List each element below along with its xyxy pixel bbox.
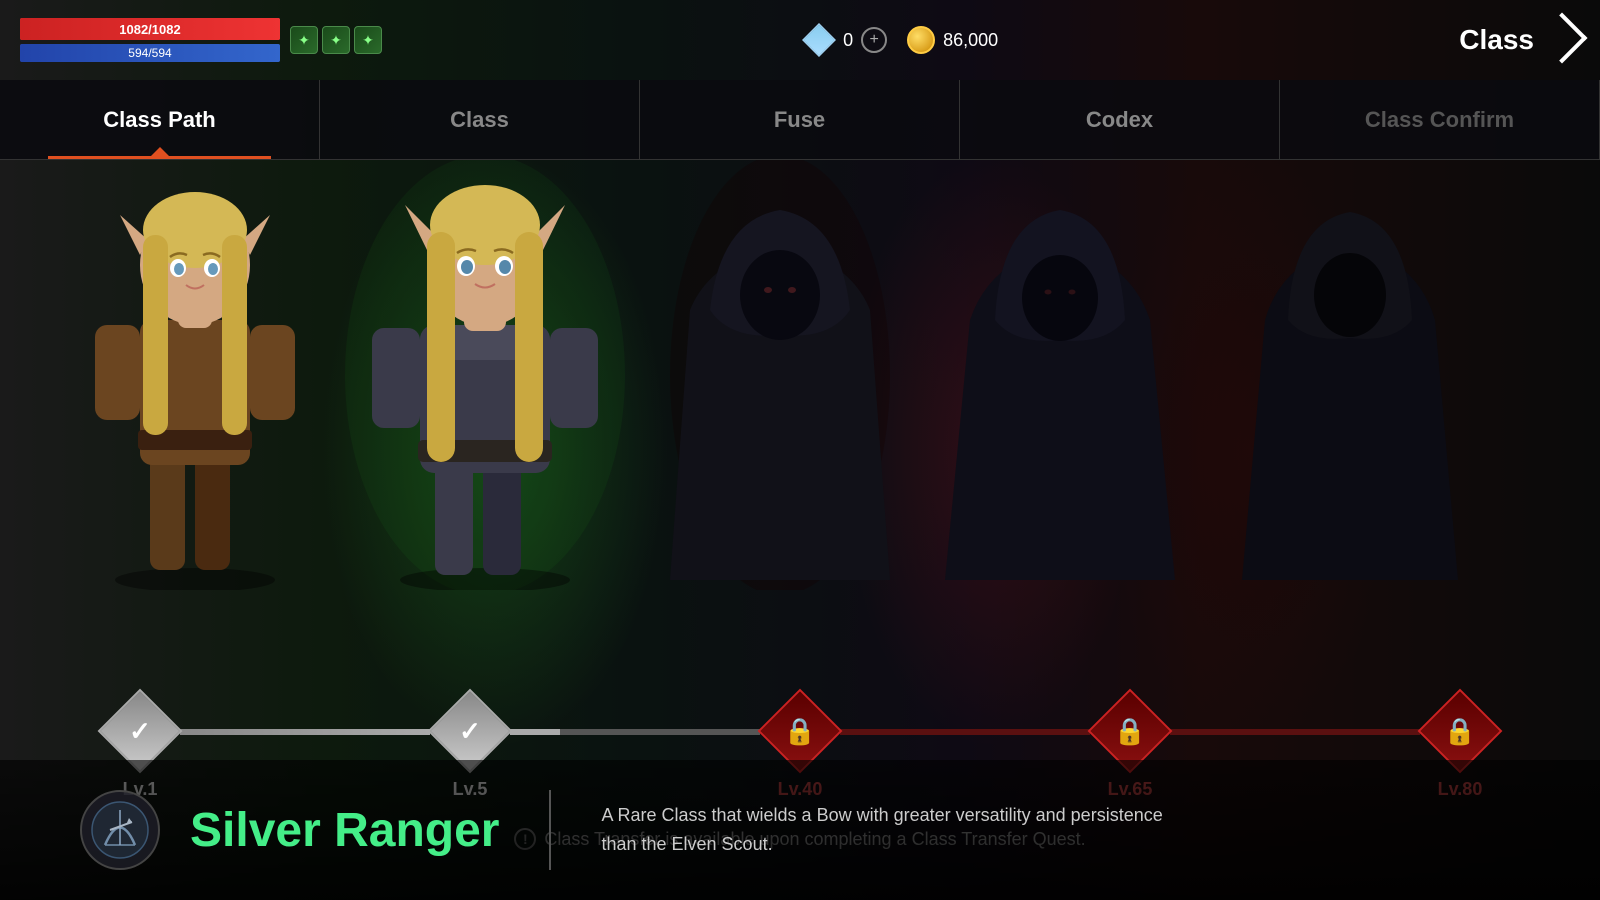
health-bars: 1082/1082 594/594 (20, 18, 280, 62)
node-lv65-diamond: 🔒 (1090, 691, 1170, 771)
connector-3-4 (840, 729, 1090, 735)
diamond-value: 0 (843, 30, 853, 51)
nav-tabs: Class Path Class Fuse Codex Class Confir… (0, 80, 1600, 160)
connector-2-3 (510, 729, 760, 735)
node-lv80-diamond: 🔒 (1420, 691, 1500, 771)
class-icon-circle (80, 790, 160, 870)
add-diamonds-button[interactable]: + (861, 27, 887, 53)
buff-icon-1: ✦ (290, 26, 318, 54)
buff-icons: ✦ ✦ ✦ (290, 26, 382, 54)
character-4-svg (910, 160, 1210, 590)
class-button-label: Class (1459, 24, 1534, 56)
tab-codex[interactable]: Codex (960, 80, 1280, 159)
node-lv1-diamond: ✓ (100, 691, 180, 771)
connector-1-2 (180, 729, 430, 735)
hp-bar: 1082/1082 (20, 18, 280, 40)
currency-area: 0 + 86,000 (803, 24, 998, 56)
node-lv5-diamond: ✓ (430, 691, 510, 771)
class-arrow-icon (1537, 13, 1588, 64)
gold-value: 86,000 (943, 30, 998, 51)
gold-currency: 86,000 (907, 26, 998, 54)
tab-class-confirm[interactable]: Class Confirm (1280, 80, 1600, 159)
tab-class[interactable]: Class (320, 80, 640, 159)
class-divider (549, 790, 551, 870)
character-4-locked (910, 160, 1210, 590)
diamond-icon (803, 24, 835, 56)
class-description: A Rare Class that wields a Bow with grea… (601, 801, 1201, 859)
tab-class-path[interactable]: Class Path (0, 80, 320, 159)
tab-fuse[interactable]: Fuse (640, 80, 960, 159)
character-3-locked (630, 160, 930, 590)
class-icon-svg (90, 800, 150, 860)
node-lv40-diamond: 🔒 (760, 691, 840, 771)
bottom-panel: Silver Ranger A Rare Class that wields a… (0, 760, 1600, 900)
buff-icon-2: ✦ (322, 26, 350, 54)
connector-4-5 (1170, 729, 1420, 735)
class-name: Silver Ranger (190, 803, 499, 858)
class-button[interactable]: Class (1459, 20, 1580, 60)
gold-coin-icon (907, 26, 935, 54)
character-2 (300, 160, 670, 590)
mp-value: 594/594 (128, 46, 171, 60)
hp-value: 1082/1082 (119, 22, 180, 37)
character-3-svg (630, 160, 930, 590)
character-5-locked (1200, 160, 1500, 590)
character-2-svg (300, 160, 670, 590)
character-5-svg (1200, 160, 1500, 590)
diamond-currency: 0 + (803, 24, 887, 56)
mp-bar: 594/594 (20, 44, 280, 62)
buff-icon-3: ✦ (354, 26, 382, 54)
top-hud: 1082/1082 594/594 ✦ ✦ ✦ 0 + 86,000 Class (0, 0, 1600, 80)
